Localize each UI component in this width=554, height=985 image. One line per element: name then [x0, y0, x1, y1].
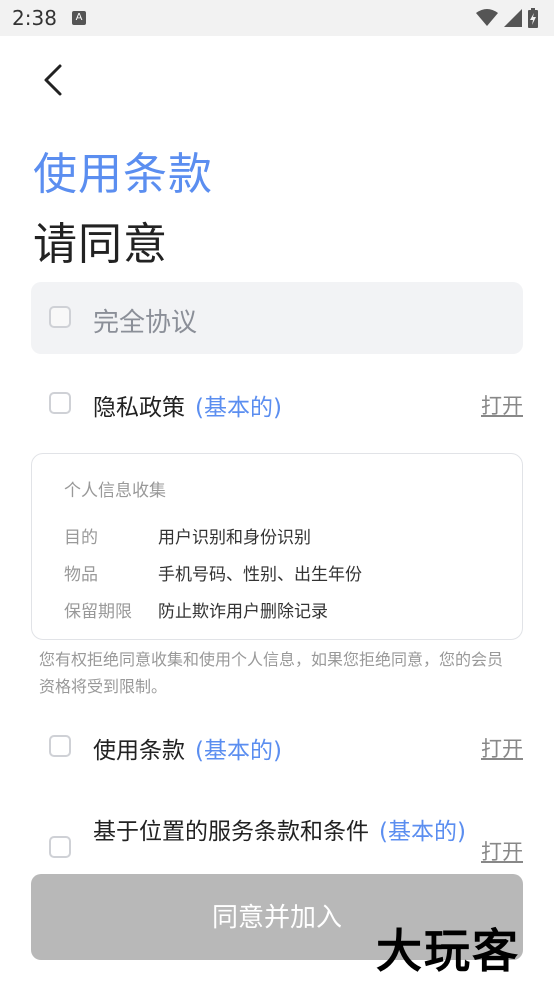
battery-icon [528, 8, 538, 28]
signal-icon [504, 9, 522, 27]
info-value: 防止欺诈用户删除记录 [158, 602, 328, 622]
chevron-left-icon [44, 64, 62, 96]
terms-of-use-row[interactable]: 使用条款 (基本的) 打开 [31, 723, 523, 773]
page-title: 使用条款 [33, 149, 213, 200]
status-icons [476, 8, 538, 28]
agree-all-row[interactable]: 完全协议 [31, 282, 523, 354]
location-terms-open-link[interactable]: 打开 [481, 836, 523, 866]
privacy-policy-tag: (基本的) [195, 395, 282, 421]
notification-icon: A [72, 11, 86, 25]
agree-all-label: 完全协议 [93, 308, 198, 338]
privacy-policy-label: 隐私政策 (基本的) [93, 388, 282, 422]
info-value: 手机号码、性别、出生年份 [158, 565, 362, 585]
personal-info-box: 个人信息收集 目的 用户识别和身份识别 物品 手机号码、性别、出生年份 保留期限… [31, 453, 523, 640]
terms-of-use-text: 使用条款 [93, 738, 185, 764]
location-terms-row[interactable]: 基于位置的服务条款和条件 (基本的) 打开 [31, 812, 523, 880]
info-key: 目的 [64, 528, 98, 548]
terms-of-use-open-link[interactable]: 打开 [481, 733, 523, 763]
info-key: 保留期限 [64, 602, 132, 622]
agree-all-checkbox[interactable] [49, 306, 71, 328]
personal-info-heading: 个人信息收集 [64, 481, 166, 501]
watermark: 大玩客 [376, 924, 520, 978]
info-value: 用户识别和身份识别 [158, 528, 311, 548]
terms-of-use-label: 使用条款 (基本的) [93, 731, 282, 765]
privacy-policy-row[interactable]: 隐私政策 (基本的) 打开 [31, 380, 523, 430]
location-terms-checkbox[interactable] [49, 836, 71, 858]
info-key: 物品 [64, 565, 98, 585]
privacy-policy-open-link[interactable]: 打开 [481, 390, 523, 420]
location-terms-text: 基于位置的服务条款和条件 [93, 819, 369, 845]
location-terms-label: 基于位置的服务条款和条件 (基本的) [93, 816, 473, 848]
page-subtitle: 请同意 [33, 219, 168, 270]
back-button[interactable] [38, 62, 70, 98]
location-terms-tag: (基本的) [379, 819, 466, 845]
terms-of-use-tag: (基本的) [195, 738, 282, 764]
wifi-icon [476, 9, 498, 26]
privacy-policy-checkbox[interactable] [49, 392, 71, 414]
status-time: 2:38 [12, 6, 57, 30]
status-bar: 2:38 A [0, 0, 554, 36]
consent-note: 您有权拒绝同意收集和使用个人信息，如果您拒绝同意，您的会员资格将受到限制。 [39, 650, 504, 696]
privacy-policy-text: 隐私政策 [93, 395, 185, 421]
terms-of-use-checkbox[interactable] [49, 735, 71, 757]
